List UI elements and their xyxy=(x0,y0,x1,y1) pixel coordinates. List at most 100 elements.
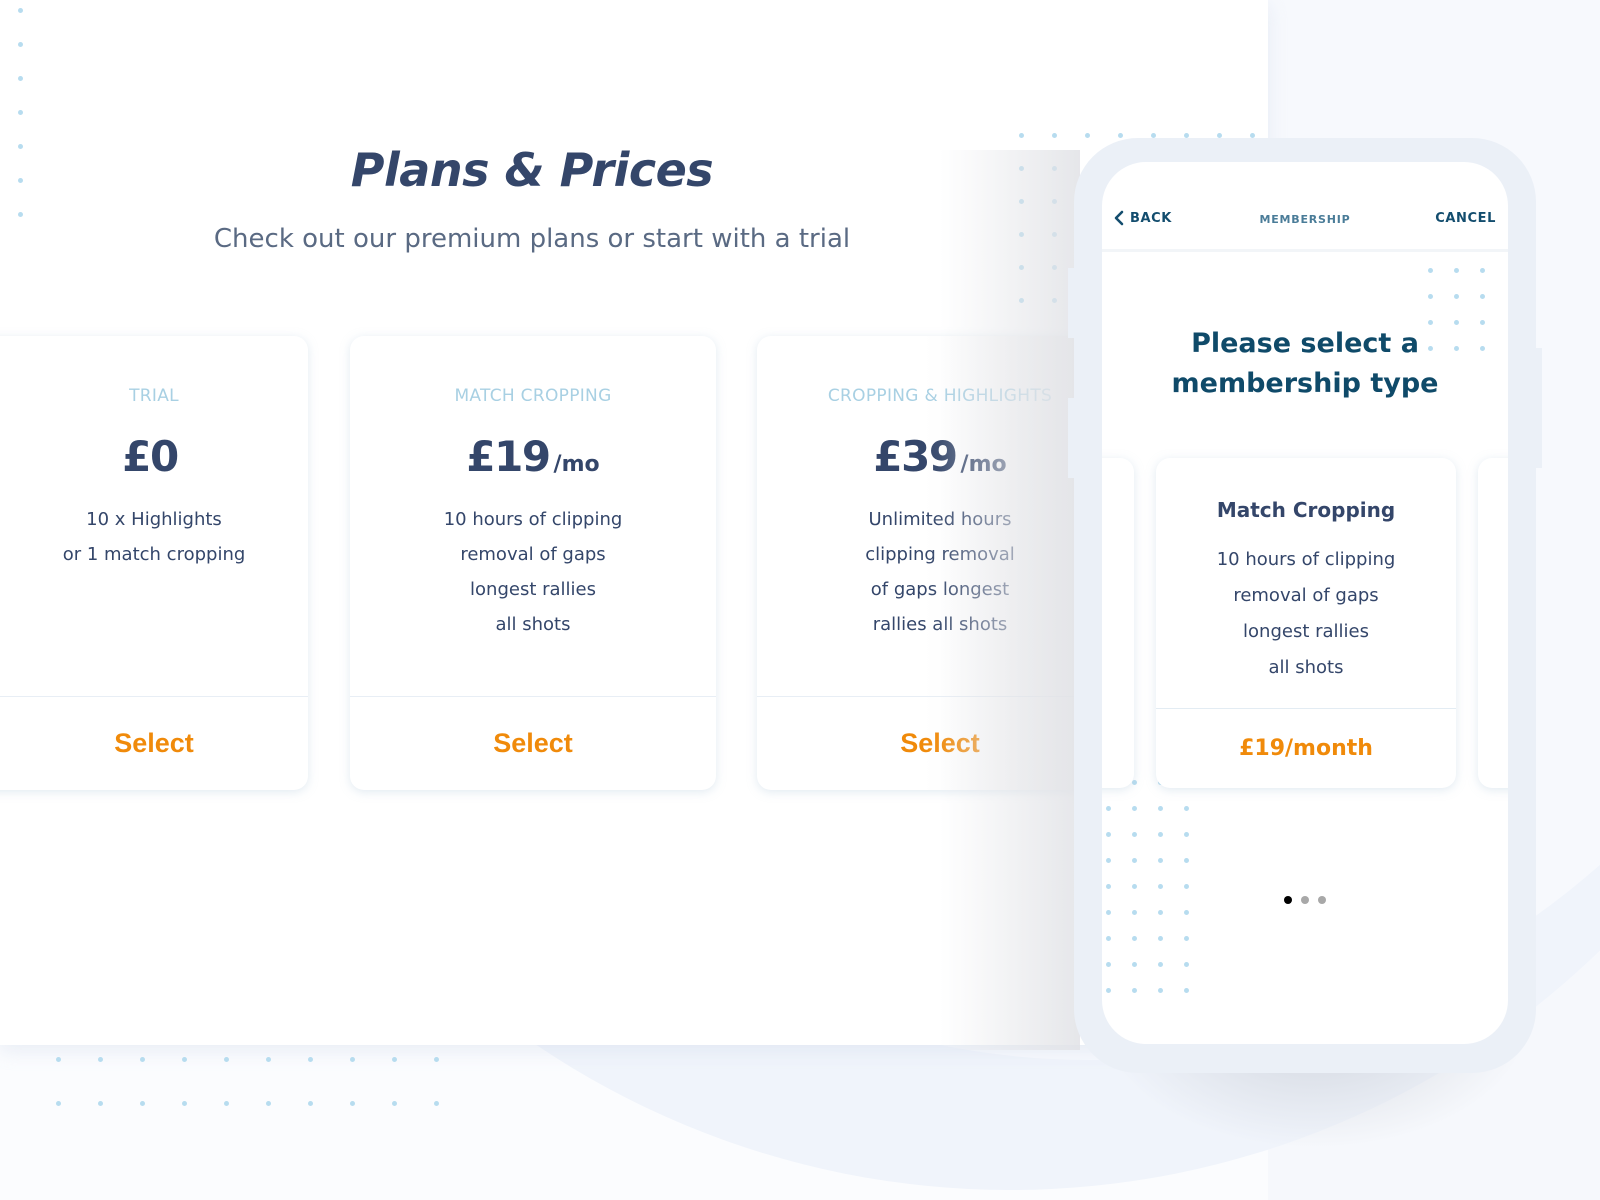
pattern-dot xyxy=(1184,884,1189,889)
pattern-dot xyxy=(1480,294,1485,299)
pattern-dot xyxy=(1132,962,1137,967)
pattern-dot xyxy=(1132,910,1137,915)
feature-item: removal of gaps xyxy=(460,544,606,565)
carousel-pager xyxy=(1102,896,1508,904)
pattern-dot xyxy=(350,1057,355,1062)
pattern-dot xyxy=(1184,988,1189,993)
pattern-dot xyxy=(1019,133,1024,138)
pager-dot[interactable] xyxy=(1301,896,1309,904)
pattern-dot xyxy=(1118,133,1123,138)
pattern-dot xyxy=(1158,858,1163,863)
pattern-dot xyxy=(392,1101,397,1106)
feature-list: 10 x Highlights or 1 match cropping xyxy=(0,502,308,572)
price-amount: £0 xyxy=(122,432,179,481)
select-trial-button[interactable]: Select xyxy=(0,697,308,790)
pattern-dot xyxy=(434,1057,439,1062)
plan-name: MATCH CROPPING xyxy=(454,386,612,406)
pattern-dot xyxy=(1052,133,1057,138)
pattern-dot xyxy=(18,42,23,47)
pattern-dot xyxy=(1184,910,1189,915)
pattern-dot xyxy=(18,212,23,217)
pattern-dot xyxy=(1158,884,1163,889)
pattern-dot xyxy=(56,1057,61,1062)
pattern-dot xyxy=(18,8,23,13)
pattern-dot xyxy=(1184,936,1189,941)
pattern-dot xyxy=(350,1101,355,1106)
pattern-dot xyxy=(1184,832,1189,837)
pager-dot[interactable] xyxy=(1318,896,1326,904)
phone-screen: BACK MEMBERSHIP CANCEL Please select a m… xyxy=(1102,162,1508,1044)
pattern-dot xyxy=(392,1057,397,1062)
price-unit: /mo xyxy=(553,452,600,477)
membership-card-next[interactable] xyxy=(1478,458,1508,788)
phone-side-shadow xyxy=(940,150,1080,1050)
feature-item: longest rallies xyxy=(1243,621,1369,642)
pattern-dot xyxy=(1106,806,1111,811)
pattern-dot xyxy=(266,1057,271,1062)
pattern-dot xyxy=(1106,884,1111,889)
phone-side-button xyxy=(1068,398,1076,478)
feature-item: 10 x Highlights xyxy=(86,509,222,530)
pattern-dot xyxy=(1158,936,1163,941)
pattern-dot xyxy=(1132,936,1137,941)
pattern-dot xyxy=(1454,268,1459,273)
pattern-dot xyxy=(308,1057,313,1062)
pattern-dot xyxy=(98,1057,103,1062)
membership-name: Match Cropping xyxy=(1216,498,1396,522)
pattern-dot xyxy=(1132,858,1137,863)
heading-line: membership type xyxy=(1171,368,1439,399)
pattern-dot xyxy=(1132,780,1137,785)
pattern-dot xyxy=(1158,988,1163,993)
plan-name: TRIAL xyxy=(129,386,179,406)
pattern-dot xyxy=(1106,936,1111,941)
pattern-dot xyxy=(98,1101,103,1106)
pattern-dot xyxy=(1132,988,1137,993)
pattern-dot xyxy=(1106,910,1111,915)
pattern-dot xyxy=(1106,962,1111,967)
pattern-dot xyxy=(1454,294,1459,299)
pattern-dot xyxy=(182,1057,187,1062)
pattern-dot xyxy=(1106,832,1111,837)
membership-card-match-cropping[interactable]: Match Cropping 10 hours of clipping remo… xyxy=(1156,458,1456,788)
pattern-dot xyxy=(224,1101,229,1106)
pattern-dot xyxy=(1132,884,1137,889)
pattern-dot xyxy=(18,110,23,115)
pattern-dot xyxy=(434,1101,439,1106)
pattern-dot xyxy=(308,1101,313,1106)
feature-item: removal of gaps xyxy=(1233,585,1379,606)
phone-mockup: BACK MEMBERSHIP CANCEL Please select a m… xyxy=(1068,138,1542,1073)
feature-item: all shots xyxy=(1268,657,1344,678)
feature-list: 10 hours of clipping removal of gaps lon… xyxy=(350,502,716,642)
feature-item: all shots xyxy=(495,614,571,635)
membership-price-button[interactable]: £19/month xyxy=(1156,709,1456,788)
pattern-dot xyxy=(1106,988,1111,993)
pattern-dot xyxy=(1480,268,1485,273)
cancel-button[interactable]: CANCEL xyxy=(1435,211,1496,226)
phone-side-button xyxy=(1534,348,1542,468)
plan-price: £0 xyxy=(0,432,308,481)
pattern-dot xyxy=(1106,858,1111,863)
pattern-dot xyxy=(1158,832,1163,837)
membership-card-previous[interactable] xyxy=(1102,458,1134,788)
select-match-cropping-button[interactable]: Select xyxy=(350,697,716,790)
pattern-dot xyxy=(1184,806,1189,811)
pattern-dot xyxy=(1158,910,1163,915)
pattern-dot xyxy=(140,1101,145,1106)
pattern-dot xyxy=(18,76,23,81)
pattern-dot xyxy=(1428,268,1433,273)
membership-heading: Please select a membership type xyxy=(1102,324,1508,404)
price-amount: £19 xyxy=(466,432,551,481)
pattern-dot xyxy=(266,1101,271,1106)
pattern-dot xyxy=(224,1057,229,1062)
plan-price: £19/mo xyxy=(350,432,716,481)
phone-side-button xyxy=(1068,268,1076,338)
pattern-dot xyxy=(1158,962,1163,967)
pattern-dot xyxy=(56,1101,61,1106)
pattern-dot xyxy=(1184,858,1189,863)
pager-dot-active[interactable] xyxy=(1284,896,1292,904)
pattern-dot xyxy=(1428,294,1433,299)
pattern-dot xyxy=(1132,806,1137,811)
feature-item: 10 hours of clipping xyxy=(443,509,623,530)
plan-card-match-cropping: MATCH CROPPING £19/mo 10 hours of clippi… xyxy=(350,336,716,790)
feature-item: 10 hours of clipping xyxy=(1216,549,1396,570)
